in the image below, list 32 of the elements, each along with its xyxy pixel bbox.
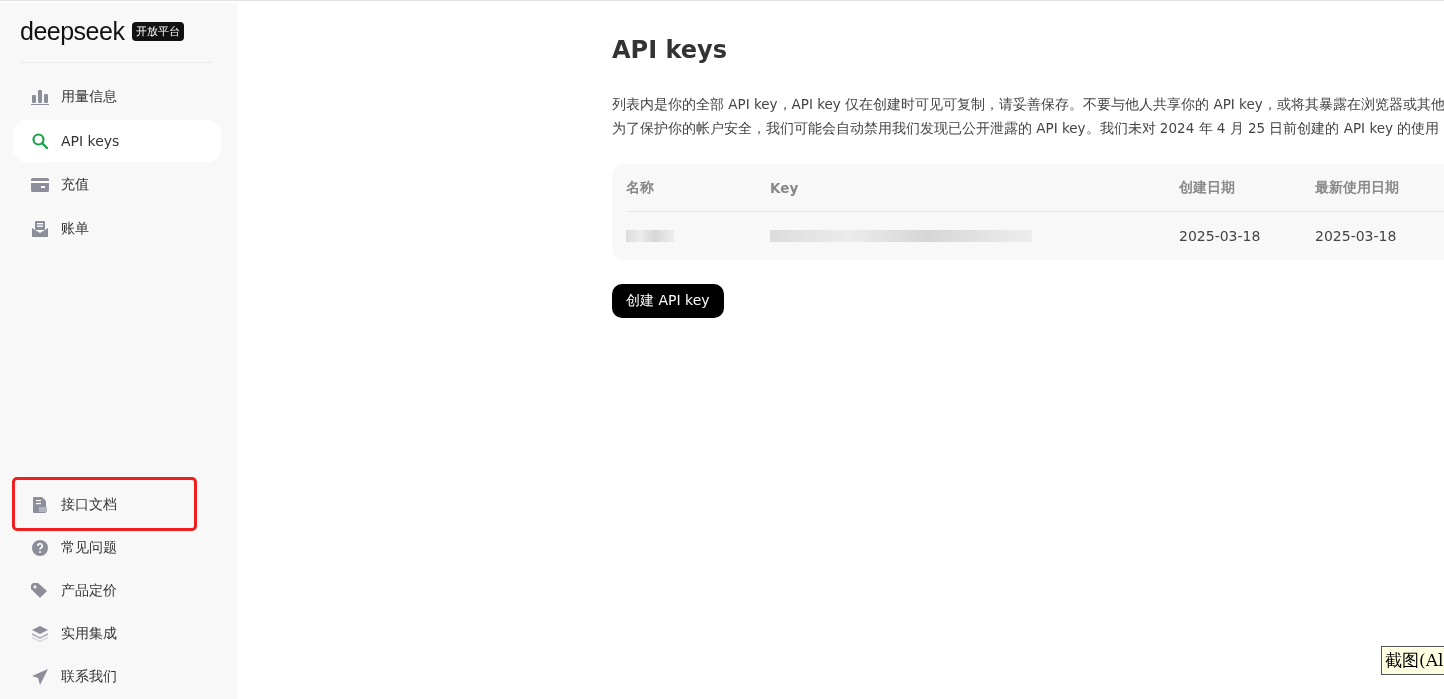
description-text: 列表内是你的全部 API key，API key 仅在创建时可见可复制，请妥善保存。不要与他人共享你的 API key，或将其暴露在浏览器或其他 — [612, 95, 1444, 114]
sidebar-item[interactable]: 联系我们 — [13, 656, 221, 698]
redacted-name — [626, 230, 674, 242]
document-icon — [33, 497, 47, 513]
page-title: API keys — [612, 36, 728, 64]
table-cell-text: 2025-03-18 — [1179, 228, 1262, 244]
column-header: 最新使用日期 — [1315, 178, 1400, 197]
tooltip: 截图(Al — [1381, 646, 1444, 675]
send-icon — [32, 669, 48, 685]
tag-icon — [31, 583, 49, 599]
sidebar-item[interactable]: 充值 — [13, 164, 221, 206]
logo-wordmark: deepseek — [20, 17, 125, 46]
sidebar-item[interactable]: 常见问题 — [13, 527, 221, 569]
sidebar-item[interactable]: 账单 — [13, 208, 221, 250]
description-text: 为了保护你的帐户安全，我们可能会自动禁用我们发现已公开泄露的 API key。我们未对 2024 年 4 月 25 日前创建的 API key 的使用 — [612, 119, 1441, 138]
search-icon — [32, 133, 48, 149]
column-header: 创建日期 — [1179, 178, 1236, 197]
table-cell-text: 2025-03-18 — [1315, 228, 1398, 244]
sidebar-item[interactable]: 用量信息 — [13, 76, 221, 118]
create-key-button[interactable]: 创建 API key — [612, 284, 724, 318]
sidebar-item[interactable]: 产品定价 — [13, 570, 221, 612]
platform-badge: 开放平台 — [132, 22, 185, 41]
inbox-icon — [32, 221, 48, 237]
sidebar-item[interactable]: API keys — [13, 120, 221, 162]
sidebar-item[interactable]: 实用集成 — [13, 613, 221, 655]
card-icon — [31, 178, 49, 192]
layers-icon — [32, 626, 48, 642]
help-icon — [32, 540, 48, 556]
bar-chart-icon — [31, 89, 49, 105]
sidebar-item[interactable]: 接口文档 — [13, 484, 221, 526]
column-header: Key — [770, 179, 800, 196]
column-header: 名称 — [626, 178, 655, 197]
